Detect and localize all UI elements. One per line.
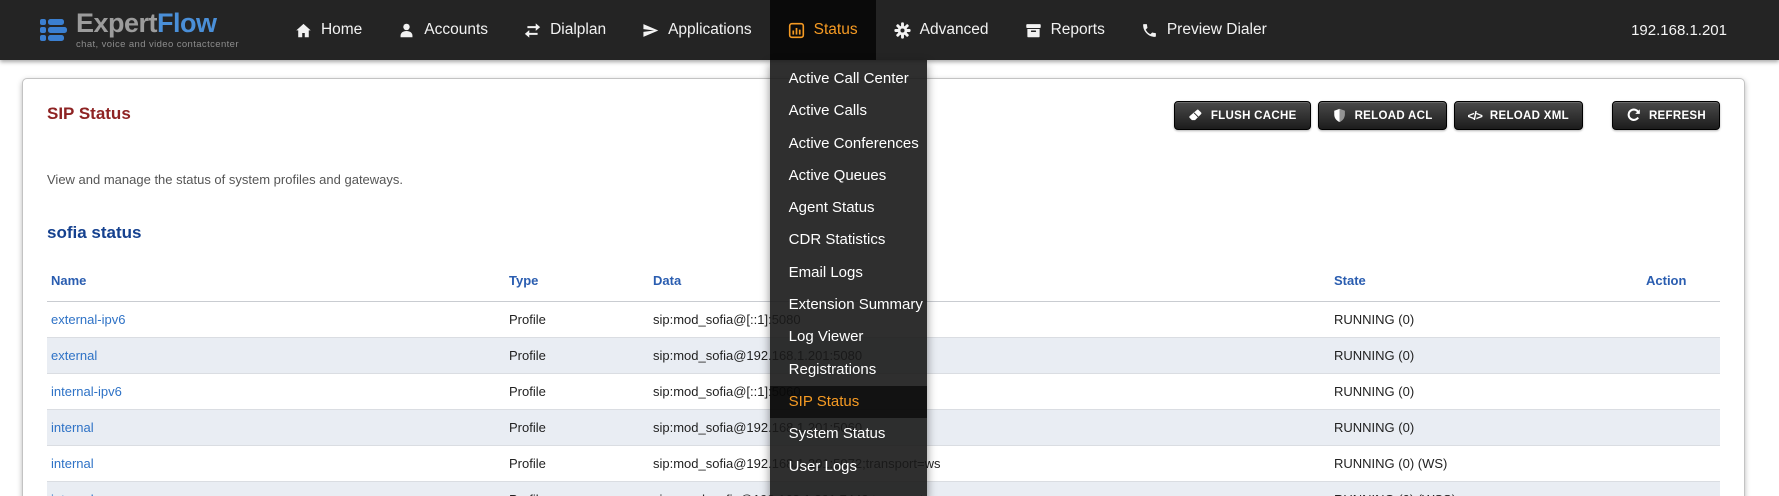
cell-data: sips:mod_sofia@192.168.1.201:7443;transp…: [649, 482, 1330, 496]
column-header-data: Data: [649, 263, 1330, 302]
cell-action: [1642, 410, 1720, 446]
button-label: RELOAD XML: [1490, 110, 1569, 122]
code-icon: </>: [1468, 109, 1482, 123]
nav-item-status[interactable]: Status Active Call Center Active Calls A…: [770, 0, 876, 60]
status-menu-item-extension-summary[interactable]: Extension Summary: [770, 289, 927, 321]
nav-item-dialplan[interactable]: Dialplan: [506, 0, 624, 60]
cell-state: RUNNING (0): [1330, 338, 1642, 374]
button-label: REFRESH: [1649, 110, 1706, 122]
bar-chart-icon: [788, 22, 805, 39]
cell-state: RUNNING (0): [1330, 374, 1642, 410]
profile-name-link[interactable]: internal: [51, 456, 94, 471]
user-icon: [398, 22, 415, 39]
status-menu-item-system-status[interactable]: System Status: [770, 418, 927, 450]
button-label: RELOAD ACL: [1355, 110, 1433, 122]
status-menu-item-email-logs[interactable]: Email Logs: [770, 257, 927, 289]
nav-item-label: Applications: [668, 21, 752, 39]
nav-item-label: Accounts: [424, 21, 488, 39]
exchange-icon: [524, 22, 541, 39]
logo-dots-icon: [40, 19, 67, 41]
nav-item-applications[interactable]: Applications: [624, 0, 770, 60]
main-nav: Home Accounts Dialplan Applications Stat…: [277, 0, 1285, 60]
status-menu-item-cdr-statistics[interactable]: CDR Statistics: [770, 224, 927, 256]
cell-action: [1642, 482, 1720, 496]
profile-name-link[interactable]: external-ipv6: [51, 312, 125, 327]
cell-action: [1642, 338, 1720, 374]
cell-type: Profile: [505, 374, 649, 410]
cell-type: Profile: [505, 338, 649, 374]
server-ip: 192.168.1.201: [1631, 22, 1727, 39]
refresh-icon: [1626, 108, 1641, 123]
nav-item-label: Advanced: [920, 21, 989, 39]
status-menu-item-sip-status[interactable]: SIP Status: [770, 386, 927, 418]
cell-state: RUNNING (0): [1330, 302, 1642, 338]
cell-state: RUNNING (0): [1330, 410, 1642, 446]
status-menu-item-registrations[interactable]: Registrations: [770, 354, 927, 386]
status-menu-item-active-call-center[interactable]: Active Call Center: [770, 63, 927, 95]
cell-data: sip:mod_sofia@[::1]:5060: [649, 374, 1330, 410]
status-menu-item-user-logs[interactable]: User Logs: [770, 451, 927, 483]
column-header-action: Action: [1642, 263, 1720, 302]
status-menu-item-active-conferences[interactable]: Active Conferences: [770, 128, 927, 160]
status-menu-item-active-calls[interactable]: Active Calls: [770, 95, 927, 127]
profile-name-link[interactable]: internal: [51, 492, 94, 496]
cell-type: Profile: [505, 302, 649, 338]
cell-action: [1642, 374, 1720, 410]
reload-xml-button[interactable]: </> RELOAD XML: [1454, 101, 1583, 130]
profile-name-link[interactable]: internal: [51, 420, 94, 435]
nav-item-preview-dialer[interactable]: Preview Dialer: [1123, 0, 1285, 60]
nav-item-label: Preview Dialer: [1167, 21, 1267, 39]
nav-item-reports[interactable]: Reports: [1007, 0, 1123, 60]
home-icon: [295, 22, 312, 39]
button-label: FLUSH CACHE: [1211, 110, 1297, 122]
column-header-name: Name: [47, 263, 505, 302]
column-header-type: Type: [505, 263, 649, 302]
shield-icon: [1332, 108, 1347, 123]
cell-type: Profile: [505, 482, 649, 496]
column-header-state: State: [1330, 263, 1642, 302]
nav-item-advanced[interactable]: Advanced: [876, 0, 1007, 60]
status-dropdown-menu: Active Call Center Active Calls Active C…: [770, 60, 927, 496]
gear-icon: [894, 22, 911, 39]
status-menu-item-agent-status[interactable]: Agent Status: [770, 192, 927, 224]
cell-type: Profile: [505, 410, 649, 446]
paper-plane-icon: [642, 22, 659, 39]
cell-state: RUNNING (0) (WSS): [1330, 482, 1642, 496]
cell-action: [1642, 302, 1720, 338]
cell-data: sip:mod_sofia@192.168.1.201:5072;transpo…: [649, 446, 1330, 482]
refresh-button[interactable]: REFRESH: [1612, 101, 1720, 130]
cell-action: [1642, 446, 1720, 482]
cell-type: Profile: [505, 446, 649, 482]
flush-cache-button[interactable]: FLUSH CACHE: [1174, 101, 1311, 130]
cell-data: sip:mod_sofia@192.168.1.201:5080: [649, 338, 1330, 374]
nav-item-accounts[interactable]: Accounts: [380, 0, 506, 60]
nav-item-label: Dialplan: [550, 21, 606, 39]
cell-data: sip:mod_sofia@[::1]:5080: [649, 302, 1330, 338]
nav-item-label: Home: [321, 21, 362, 39]
status-menu-item-log-viewer[interactable]: Log Viewer: [770, 321, 927, 353]
archive-icon: [1025, 22, 1042, 39]
status-menu-item-active-queues[interactable]: Active Queues: [770, 160, 927, 192]
logo-tagline: chat, voice and video contactcenter: [76, 40, 239, 50]
logo-name: ExpertFlow: [76, 10, 239, 37]
page-title: SIP Status: [47, 101, 131, 124]
reload-acl-button[interactable]: RELOAD ACL: [1318, 101, 1447, 130]
expertflow-logo[interactable]: ExpertFlow chat, voice and video contact…: [40, 10, 239, 50]
profile-name-link[interactable]: internal-ipv6: [51, 384, 122, 399]
nav-item-label: Status: [814, 21, 858, 39]
cell-state: RUNNING (0) (WS): [1330, 446, 1642, 482]
profile-name-link[interactable]: external: [51, 348, 97, 363]
phone-icon: [1141, 22, 1158, 39]
eraser-icon: [1188, 108, 1203, 123]
nav-item-label: Reports: [1051, 21, 1105, 39]
nav-item-home[interactable]: Home: [277, 0, 380, 60]
action-buttons: FLUSH CACHE RELOAD ACL </> RELOAD XML RE…: [1174, 101, 1720, 130]
navbar: ExpertFlow chat, voice and video contact…: [0, 0, 1779, 60]
cell-data: sip:mod_sofia@192.168.1.201:5060: [649, 410, 1330, 446]
